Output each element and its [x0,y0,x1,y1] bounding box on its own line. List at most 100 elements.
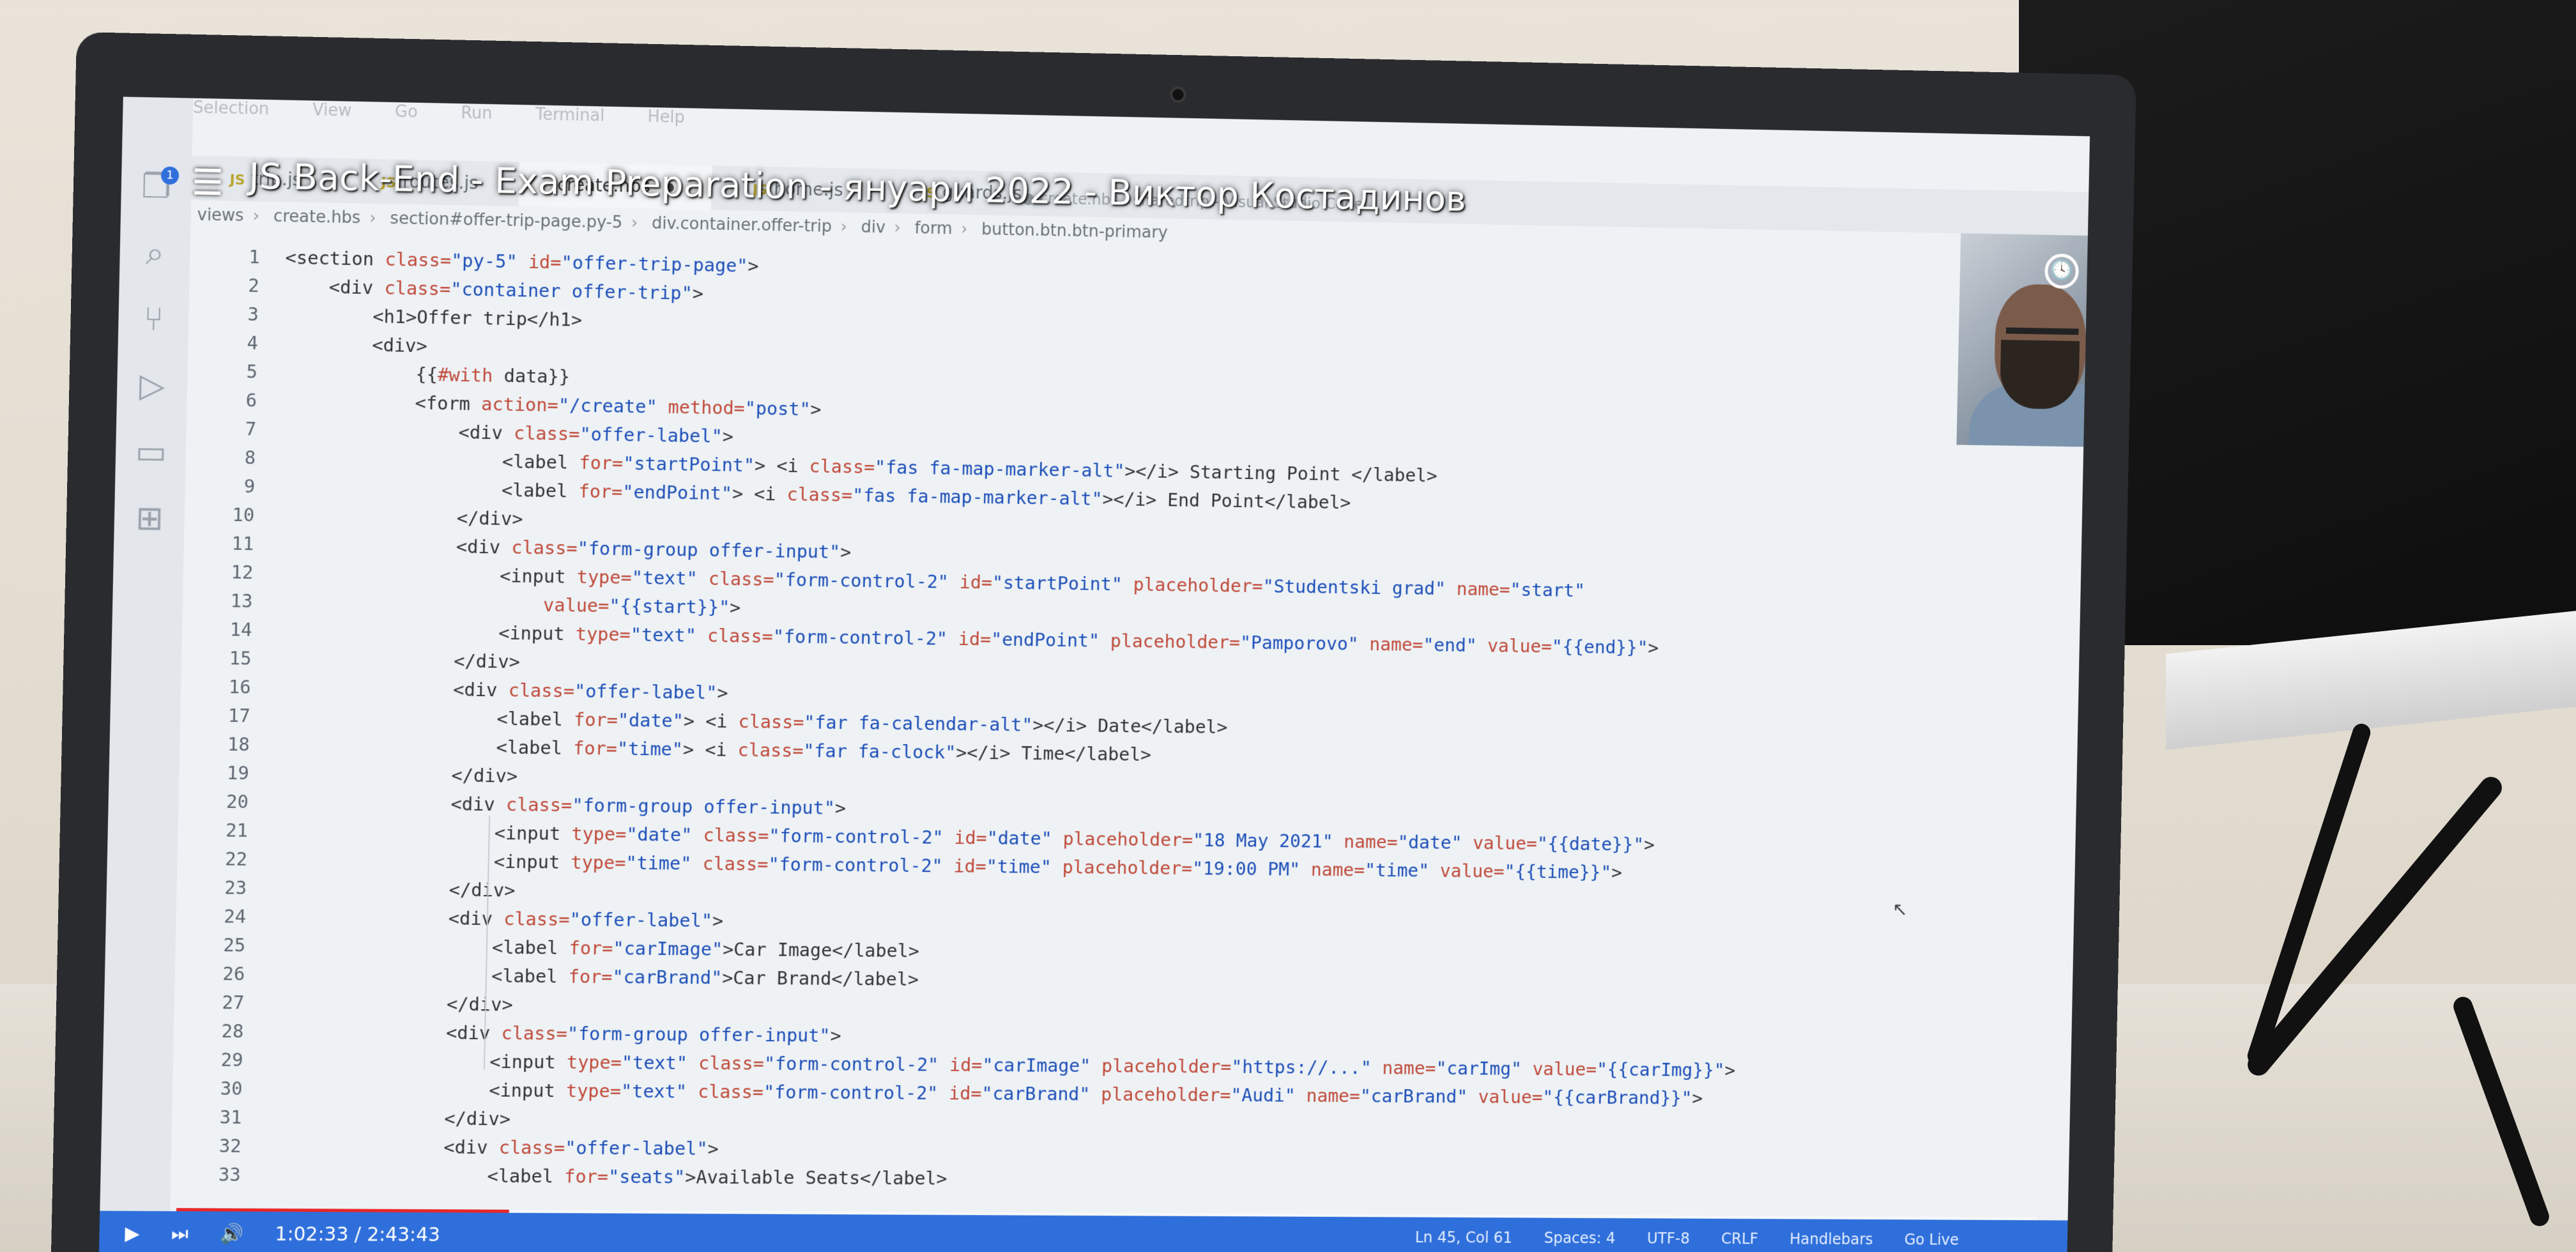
code-token: > [1724,1060,1735,1081]
code-token: "date" [618,709,684,731]
code-token: id= [528,251,562,273]
code-token: placeholder= [1133,574,1263,597]
breadcrumb-item[interactable]: section#offer-trip-page.py-5 [390,209,622,233]
code-token: "carBrand" [1360,1085,1479,1108]
js-icon: JS [229,172,245,188]
code-token: "date" [1397,831,1473,853]
line-number: 22 [177,844,273,874]
code-token: <div [456,536,512,558]
menu-icon[interactable]: ☰ [191,162,224,204]
code-token: "form-group offer-input" [577,537,840,562]
code-token: placeholder= [1062,828,1193,851]
line-number: 32 [171,1131,267,1161]
line-number: 31 [172,1103,268,1132]
code-token: ></i> End Point</label> [1102,488,1351,513]
line-number: 11 [183,529,279,559]
code-token: "date" [626,823,703,846]
status-cursor-position[interactable]: Ln 45, Col 61 [1415,1228,1513,1246]
code-token: class= [503,908,570,930]
code-token: value= [1473,832,1537,854]
menu-bar: Selection View Go Run Terminal Help [193,98,2090,164]
code-token: "offer-label" [565,1137,708,1159]
next-icon[interactable]: ⏭ [171,1223,189,1245]
code-token: placeholder= [1101,1055,1232,1078]
code-token: "carBrand" [981,1083,1101,1105]
status-line-ending[interactable]: CRLF [1721,1230,1758,1248]
breadcrumb-item[interactable]: form [914,218,953,238]
play-icon[interactable]: ▶ [125,1223,140,1245]
code-token: <div> [372,334,427,356]
status-language[interactable]: Handlebars [1790,1230,1873,1248]
breadcrumb-item[interactable]: create.hbs [273,207,361,227]
breadcrumb-item[interactable]: div.container.offer-trip [652,214,832,236]
line-number: 28 [173,1016,269,1046]
monitor-stand [2166,611,2576,749]
code-token: <div [329,276,385,298]
code-editor[interactable]: 1 <section class="py-5" id="offer-trip-pa… [170,241,2087,1220]
menu-item-selection[interactable]: Selection [193,98,270,119]
code-token: <label [492,936,569,959]
code-token: <div [448,908,504,930]
code-token: "time" [1365,859,1440,882]
breadcrumb-item[interactable]: views [197,206,244,225]
status-encoding[interactable]: UTF-8 [1647,1230,1690,1248]
code-token: data}} [493,365,570,388]
code-token: "form-control-2" [768,853,954,876]
code-token: for= [569,937,613,959]
code-token: placeholder= [1101,1083,1231,1106]
laptop-bezel: Selection View Go Run Terminal Help ❐ ⌕ … [51,32,2136,1252]
code-token: class= [738,710,804,733]
status-go-live[interactable]: Go Live [1904,1231,1959,1249]
code-token: "fas fa-map-marker-alt" [875,456,1125,482]
code-token: <input [494,822,571,844]
debug-icon[interactable]: ▷ [133,367,172,406]
code-token: class= [737,739,803,761]
line-number: 26 [174,959,270,989]
code-token: id= [960,571,993,593]
presenter-glasses [2006,328,2079,335]
breadcrumb-item[interactable]: div [861,218,885,237]
status-indentation[interactable]: Spaces: 4 [1544,1229,1615,1247]
code-token: "form-control-2" [763,1081,949,1104]
menu-item-help[interactable]: Help [647,107,685,127]
code-token: "startPoint" [623,452,755,476]
code-token: "startPoint" [992,572,1133,595]
code-token: class= [786,484,852,506]
code-token: type= [566,1080,622,1101]
line-number: 29 [173,1045,269,1074]
menu-item-terminal[interactable]: Terminal [535,105,605,125]
extensions-icon[interactable]: ⊞ [130,499,169,538]
code-token: > [810,399,822,420]
code-token: "seats" [608,1166,686,1187]
line-number: 4 [188,328,284,358]
code-token: class= [384,277,450,300]
code-token: "{{end}}" [1552,636,1648,658]
code-token: type= [571,851,626,874]
source-control-icon[interactable]: ⑂ [134,300,173,339]
code-token: value= [1478,1086,1542,1108]
code-token: for= [568,966,613,988]
code-token: class= [702,853,769,875]
code-token: "text" [622,1051,699,1074]
code-token: id= [949,1054,983,1076]
code-token: "Pamporovo" [1240,632,1370,655]
remote-icon[interactable]: ▭ [131,432,170,471]
volume-icon[interactable]: 🔊 [220,1223,244,1245]
code-token: > [840,541,852,563]
code-token: action= [481,393,558,416]
search-icon[interactable]: ⌕ [135,234,174,273]
menu-item-go[interactable]: Go [395,102,418,122]
menu-item-run[interactable]: Run [461,103,493,123]
menu-item-view[interactable]: View [312,100,352,120]
code-token: placeholder= [1110,630,1241,653]
code-token: "offer-trip-page" [561,252,748,277]
code-token: "18 May 2021" [1193,829,1344,852]
code-token: </div> [444,1108,510,1129]
line-number: 8 [185,443,281,473]
breadcrumb-item[interactable]: button.btn.btn-primary [981,220,1168,242]
code-token: class= [809,455,875,478]
code-token: <form [415,392,481,415]
chevron-right-icon: › [252,206,259,225]
code-token: class= [506,793,572,816]
code-token: "offer-label" [579,424,723,447]
